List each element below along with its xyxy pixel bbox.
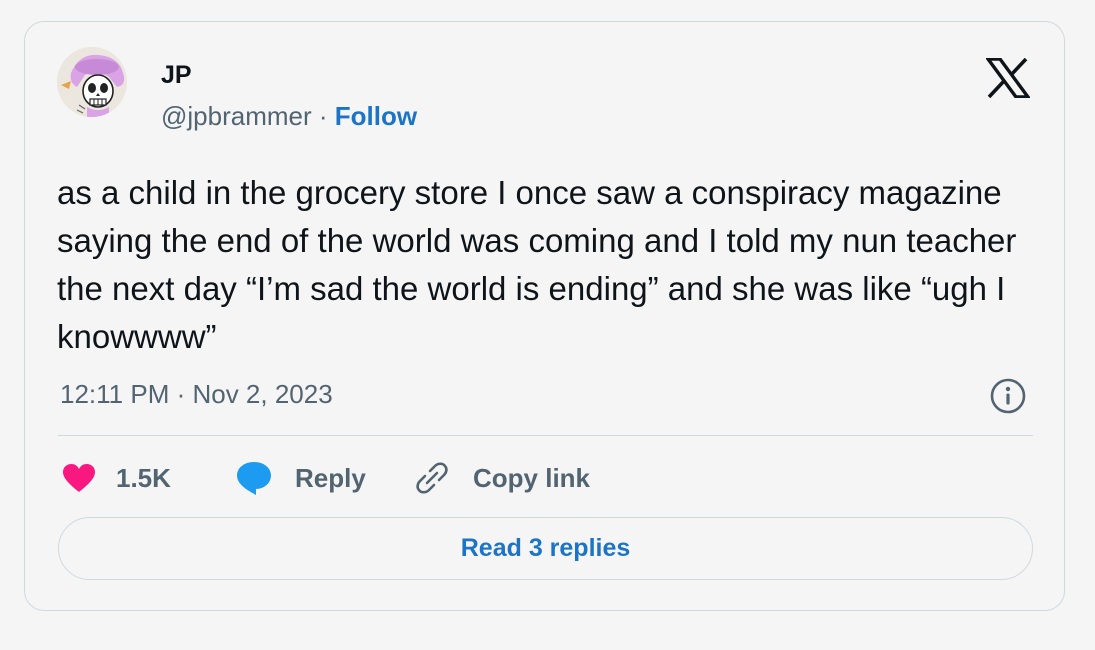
like-count: 1.5K <box>116 462 171 493</box>
tweet-timestamp[interactable]: 12:11 PM · Nov 2, 2023 <box>60 378 333 410</box>
avatar[interactable] <box>57 47 127 117</box>
link-icon <box>416 462 448 494</box>
x-logo-icon[interactable] <box>984 57 1032 99</box>
copy-link-button[interactable]: Copy link <box>415 458 590 498</box>
skeleton-avatar-image <box>57 47 127 117</box>
reply-button[interactable]: Reply <box>235 458 366 498</box>
author-name[interactable]: JP <box>161 61 192 89</box>
speech-bubble-icon <box>237 462 271 495</box>
like-button[interactable]: 1.5K <box>62 458 171 498</box>
heart-icon <box>63 464 95 492</box>
copy-link-label: Copy link <box>473 462 591 493</box>
handle-separator: · <box>311 101 335 131</box>
author-handle[interactable]: @jpbrammer <box>161 101 312 131</box>
tweet-card: JP @jpbrammer · Follow as a child in the… <box>24 21 1065 611</box>
author-handle-row: @jpbrammer · Follow <box>161 100 417 132</box>
info-icon[interactable] <box>989 377 1027 415</box>
follow-link[interactable]: Follow <box>335 101 417 131</box>
divider <box>58 435 1033 436</box>
reply-label: Reply <box>295 462 366 493</box>
read-replies-button[interactable]: Read 3 replies <box>58 517 1033 580</box>
tweet-text: as a child in the grocery store I once s… <box>57 174 1017 355</box>
